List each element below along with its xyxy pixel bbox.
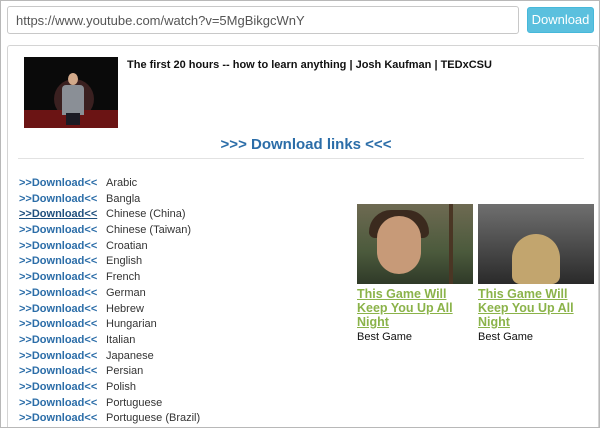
ad-subtitle: Best Game [357, 331, 413, 343]
download-row: >>Download<< Japanese [19, 349, 339, 365]
language-label: German [106, 286, 146, 299]
download-row: >>Download<< Italian [19, 333, 339, 349]
language-label: English [106, 255, 143, 268]
language-label: Chinese (Taiwan) [106, 224, 191, 237]
download-link[interactable]: >>Download<< [19, 176, 106, 192]
divider [18, 158, 584, 159]
download-row: >>Download<< Portuguese (Brazil) [19, 411, 339, 427]
ad-subtitle: Best Game [478, 331, 534, 343]
language-label: Japanese [106, 349, 154, 362]
download-row: >>Download<< Hebrew [19, 302, 339, 318]
download-row: >>Download<< Bangla [19, 192, 339, 208]
download-link[interactable]: >>Download<< [19, 192, 106, 208]
language-label: Hebrew [106, 302, 144, 315]
download-row: >>Download<< German [19, 286, 339, 302]
download-row: >>Download<< Persian [19, 364, 339, 380]
download-link[interactable]: >>Download<< [19, 254, 106, 270]
download-row: >>Download<< Chinese (China) [19, 207, 339, 223]
download-link[interactable]: >>Download<< [19, 349, 106, 365]
download-row: >>Download<< Hungarian [19, 317, 339, 333]
url-bar: Download [1, 1, 599, 41]
download-row: >>Download<< Polish [19, 380, 339, 396]
download-link[interactable]: >>Download<< [19, 333, 106, 349]
language-label: Croatian [106, 239, 148, 252]
language-label: Hungarian [106, 318, 157, 331]
download-link[interactable]: >>Download<< [19, 411, 106, 427]
language-label: Arabic [106, 177, 138, 189]
language-label: French [106, 271, 141, 284]
video-title: The first 20 hours -- how to learn anyth… [127, 59, 492, 71]
ad-card[interactable]: This Game Will Keep You Up All Night Bes… [357, 204, 473, 343]
language-label: Portuguese (Brazil) [106, 412, 201, 425]
video-thumbnail[interactable] [24, 57, 118, 128]
download-link[interactable]: >>Download<< [19, 317, 106, 333]
language-label: Bangla [106, 192, 141, 205]
language-label: Persian [106, 365, 144, 378]
download-row: >>Download<< English [19, 254, 339, 270]
ad-image[interactable] [357, 204, 473, 284]
language-label: Chinese (China) [106, 208, 186, 221]
download-link[interactable]: >>Download<< [19, 396, 106, 412]
download-list: >>Download<< Arabic >>Download<< Bangla >>Do… [19, 176, 339, 427]
download-link[interactable]: >>Download<< [19, 364, 106, 380]
download-link[interactable]: >>Download<< [19, 270, 106, 286]
ad-title-link[interactable]: This Game Will Keep You Up All Night [357, 287, 473, 329]
download-link[interactable]: >>Download<< [19, 223, 106, 239]
download-row: >>Download<< Arabic [19, 176, 339, 192]
download-links-header: >>> Download links <<< [220, 136, 392, 153]
download-button[interactable]: Download [527, 7, 594, 33]
download-link[interactable]: >>Download<< [19, 207, 106, 223]
download-row: >>Download<< French [19, 270, 339, 286]
language-label: Portuguese [106, 396, 163, 409]
download-row: >>Download<< Portuguese [19, 396, 339, 412]
download-link[interactable]: >>Download<< [19, 380, 106, 396]
download-row: >>Download<< Chinese (Taiwan) [19, 223, 339, 239]
result-panel: The first 20 hours -- how to learn anyth… [7, 45, 599, 427]
download-link[interactable]: >>Download<< [19, 239, 106, 255]
language-label: Polish [106, 380, 136, 393]
download-link[interactable]: >>Download<< [19, 302, 106, 318]
url-input[interactable] [7, 6, 519, 34]
language-label: Italian [106, 333, 136, 346]
ad-image[interactable] [478, 204, 594, 284]
ad-title-link[interactable]: This Game Will Keep You Up All Night [478, 287, 594, 329]
browser-frame: Download The first 20 hours -- how to le… [0, 0, 600, 428]
ad-card[interactable]: This Game Will Keep You Up All Night Bes… [478, 204, 594, 343]
download-link[interactable]: >>Download<< [19, 286, 106, 302]
download-row: >>Download<< Croatian [19, 239, 339, 255]
